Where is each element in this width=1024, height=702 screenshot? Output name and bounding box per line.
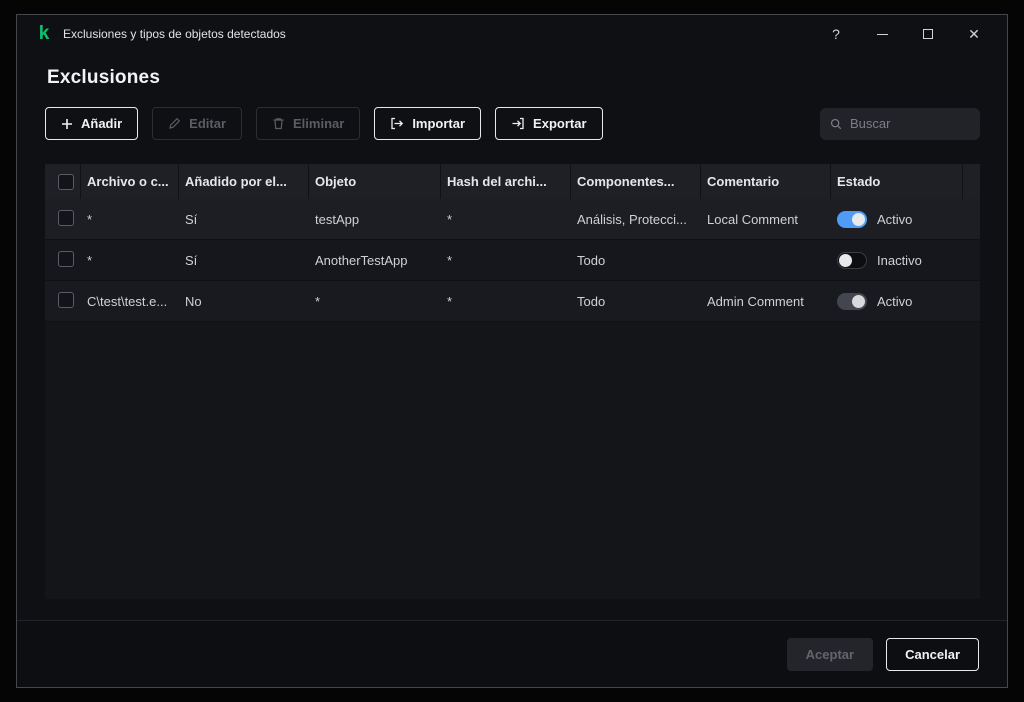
cell-object: AnotherTestApp: [315, 252, 408, 268]
column-header-object[interactable]: Objeto: [309, 164, 441, 199]
export-icon: [512, 117, 524, 130]
column-header-added-by[interactable]: Añadido por el...: [179, 164, 309, 199]
row-checkbox[interactable]: [58, 291, 74, 308]
add-button[interactable]: Añadir: [45, 107, 139, 140]
help-button[interactable]: ?: [813, 19, 859, 49]
state-toggle[interactable]: [837, 292, 867, 310]
maximize-icon: [923, 29, 933, 39]
cancel-button[interactable]: Cancelar: [886, 637, 979, 671]
pencil-icon: [169, 117, 181, 129]
column-header-comment[interactable]: Comentario: [701, 164, 831, 199]
table-row[interactable]: C\test\test.e... No * * Todo Admin Comme…: [45, 281, 980, 322]
export-button-label: Exportar: [533, 116, 587, 131]
column-header-hash[interactable]: Hash del archi...: [441, 164, 571, 199]
exclusions-window: k Exclusiones y tipos de objetos detecta…: [16, 14, 1008, 688]
state-toggle[interactable]: [837, 210, 867, 228]
import-button-label: Importar: [412, 116, 466, 131]
exclusions-table: Archivo o c... Añadido por el... Objeto …: [45, 164, 980, 599]
edit-button-label: Editar: [189, 116, 227, 131]
delete-button-label: Eliminar: [293, 116, 345, 131]
state-label: Inactivo: [877, 252, 922, 268]
edit-button[interactable]: Editar: [152, 107, 243, 140]
trash-icon: [273, 118, 284, 130]
minimize-icon: [876, 33, 888, 35]
cell-hash: *: [447, 211, 453, 227]
cell-hash: *: [447, 252, 453, 268]
cell-added-by: No: [185, 293, 202, 309]
cell-file: *: [87, 252, 93, 268]
select-all-checkbox[interactable]: [58, 173, 74, 190]
add-button-label: Añadir: [81, 116, 123, 131]
maximize-button[interactable]: [905, 19, 951, 49]
window-title: Exclusiones y tipos de objetos detectado…: [63, 27, 286, 41]
footer: Aceptar Cancelar: [17, 620, 1007, 687]
cell-file: C\test\test.e...: [87, 293, 168, 309]
column-header-state[interactable]: Estado: [831, 164, 963, 199]
titlebar: k Exclusiones y tipos de objetos detecta…: [17, 15, 1007, 53]
column-header-file[interactable]: Archivo o c...: [81, 164, 179, 199]
search-icon: [830, 118, 842, 129]
toggle-knob: [852, 294, 865, 308]
table-row[interactable]: * Sí testApp * Análisis, Protecci... Loc…: [45, 199, 980, 240]
cell-added-by: Sí: [185, 211, 198, 227]
export-button[interactable]: Exportar: [495, 107, 603, 140]
cell-object: *: [315, 293, 321, 309]
plus-icon: [62, 118, 72, 129]
state-label: Activo: [877, 293, 913, 309]
close-button[interactable]: ✕: [951, 19, 997, 49]
minimize-button[interactable]: [859, 19, 905, 49]
cell-comment: Local Comment: [707, 211, 799, 227]
content-area: Exclusiones Añadir Editar Eliminar Impor…: [17, 53, 1007, 620]
state-toggle[interactable]: [837, 251, 867, 269]
cell-hash: *: [447, 293, 453, 309]
cell-comment: Admin Comment: [707, 293, 804, 309]
row-checkbox[interactable]: [58, 250, 74, 267]
cell-added-by: Sí: [185, 252, 198, 268]
search-box[interactable]: [820, 107, 980, 140]
table-row[interactable]: * Sí AnotherTestApp * Todo Inactivo: [45, 240, 980, 281]
table-empty-area: [45, 322, 980, 599]
import-button[interactable]: Importar: [374, 107, 482, 140]
cell-file: *: [87, 211, 93, 227]
search-input[interactable]: [850, 116, 970, 131]
delete-button[interactable]: Eliminar: [256, 107, 361, 140]
toggle-knob: [839, 253, 852, 267]
row-checkbox[interactable]: [58, 209, 74, 226]
cell-components: Todo: [577, 252, 606, 268]
accept-button[interactable]: Aceptar: [786, 637, 874, 671]
table-header-row: Archivo o c... Añadido por el... Objeto …: [45, 164, 980, 199]
cell-object: testApp: [315, 211, 360, 227]
toggle-knob: [852, 212, 865, 226]
toolbar: Añadir Editar Eliminar Importar Exportar: [45, 107, 980, 140]
kaspersky-logo-icon: k: [38, 23, 50, 44]
page-title: Exclusiones: [47, 67, 161, 88]
cell-components: Análisis, Protecci...: [577, 211, 687, 227]
cell-components: Todo: [577, 293, 606, 309]
window-controls: ? ✕: [813, 19, 997, 49]
import-icon: [391, 117, 404, 130]
state-label: Activo: [877, 211, 913, 227]
column-header-components[interactable]: Componentes...: [571, 164, 701, 199]
